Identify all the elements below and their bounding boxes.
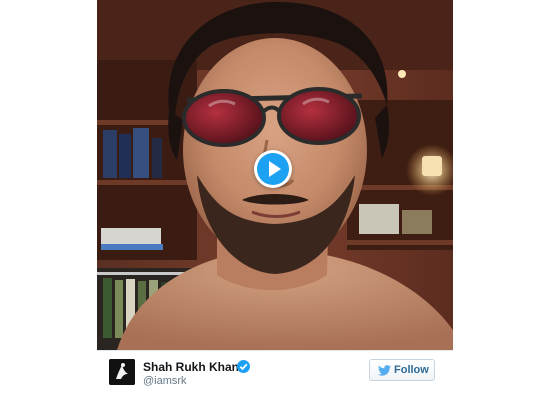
avatar[interactable] xyxy=(109,359,135,385)
video-thumbnail[interactable] xyxy=(97,0,453,350)
follow-button[interactable]: Follow xyxy=(369,359,435,381)
verified-badge-icon xyxy=(237,360,250,373)
avatar-image xyxy=(109,359,135,385)
author-name[interactable]: Shah Rukh Khan xyxy=(143,360,239,374)
twitter-bird-icon xyxy=(378,365,391,376)
tweet-footer: Shah Rukh Khan @iamsrk Follow xyxy=(97,350,453,395)
follow-label: Follow xyxy=(394,364,429,376)
tweet-embed: Shah Rukh Khan @iamsrk Follow xyxy=(97,0,453,400)
play-icon xyxy=(269,161,281,177)
author-handle[interactable]: @iamsrk xyxy=(143,375,187,387)
play-button[interactable] xyxy=(254,150,292,188)
